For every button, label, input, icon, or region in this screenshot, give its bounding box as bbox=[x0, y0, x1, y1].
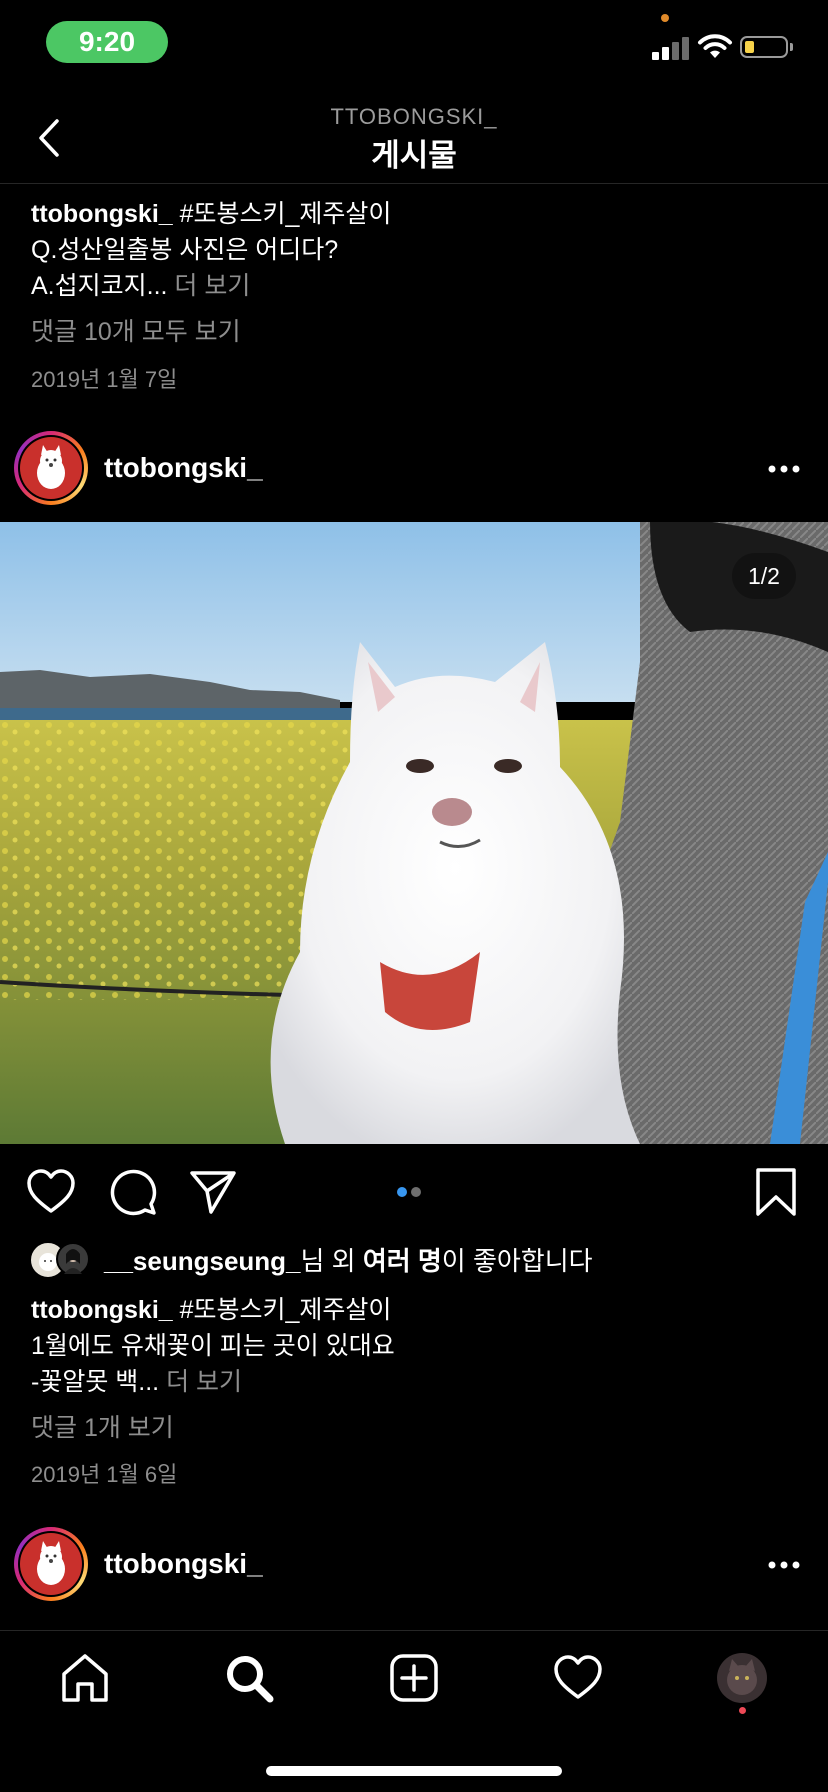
home-indicator[interactable] bbox=[266, 1766, 562, 1776]
liker-avatars[interactable] bbox=[30, 1242, 92, 1278]
liker-username[interactable]: __seungseung_ bbox=[104, 1246, 301, 1276]
caption-hashtag[interactable]: #또봉스키_제주살이 bbox=[180, 200, 392, 228]
carousel-dot-active bbox=[397, 1187, 407, 1197]
camera-in-use-indicator bbox=[661, 14, 669, 22]
view-comments-link[interactable]: 댓글 1개 보기 bbox=[31, 1410, 174, 1446]
post-photo[interactable] bbox=[0, 522, 828, 1144]
nav-search[interactable] bbox=[219, 1648, 279, 1708]
caption-username[interactable]: ttobongski_ bbox=[31, 1296, 173, 1324]
post-date: 2019년 1월 7일 bbox=[31, 367, 178, 392]
nav-profile[interactable] bbox=[712, 1648, 772, 1708]
next-post-avatar[interactable] bbox=[14, 1527, 88, 1601]
save-button[interactable] bbox=[749, 1165, 803, 1219]
more-options-button[interactable] bbox=[764, 454, 804, 484]
header-username: TTOBONGSKI_ bbox=[330, 104, 498, 129]
search-icon bbox=[227, 1656, 274, 1703]
more-horizontal-icon bbox=[768, 1561, 800, 1569]
comment-bubble-icon bbox=[110, 1169, 157, 1216]
carousel-dot bbox=[411, 1187, 421, 1197]
nav-new-post[interactable] bbox=[384, 1648, 444, 1708]
likes-summary: __seungseung_님 외 여러 명이 좋아합니다 bbox=[104, 1243, 593, 1279]
likes-others-link[interactable]: 여러 명 bbox=[363, 1246, 442, 1276]
comment-button[interactable] bbox=[106, 1165, 160, 1219]
share-button[interactable] bbox=[186, 1165, 240, 1219]
status-bar: 9:20 bbox=[0, 0, 828, 88]
nav-home[interactable] bbox=[55, 1648, 115, 1708]
bookmark-icon bbox=[756, 1168, 796, 1216]
activity-heart-icon bbox=[554, 1655, 602, 1699]
more-link[interactable]: 더 보기 bbox=[174, 272, 250, 300]
likes-text-1: 님 외 bbox=[300, 1246, 363, 1276]
battery-cap bbox=[790, 43, 793, 51]
bottom-nav-divider bbox=[0, 1630, 828, 1631]
profile-avatar bbox=[717, 1653, 767, 1703]
caption-hashtag[interactable]: #또봉스키_제주살이 bbox=[180, 1296, 392, 1324]
post-date: 2019년 1월 6일 bbox=[31, 1462, 178, 1487]
caption-username[interactable]: ttobongski_ bbox=[31, 200, 173, 228]
caption-line-3: A.섭지코지... 더 보기 bbox=[31, 268, 250, 304]
caption-line-3: -꽃알못 백... 더 보기 bbox=[31, 1364, 242, 1400]
more-link[interactable]: 더 보기 bbox=[166, 1368, 242, 1396]
carousel-indicator bbox=[397, 1187, 421, 1197]
page-title: 게시물 bbox=[371, 138, 457, 173]
dog-avatar-image bbox=[20, 437, 82, 499]
dog-avatar-image bbox=[20, 1533, 82, 1595]
paper-plane-icon bbox=[190, 1171, 236, 1214]
heart-icon bbox=[27, 1169, 75, 1213]
nav-activity[interactable] bbox=[548, 1648, 608, 1708]
cellular-signal-icon bbox=[652, 36, 692, 60]
dog-in-flower-field-image bbox=[0, 522, 828, 1144]
likes-text-2: 이 좋아합니다 bbox=[441, 1246, 593, 1276]
caption-line-2: Q.성산일출봉 사진은 어디다? bbox=[31, 236, 339, 264]
next-post-username[interactable]: ttobongski_ bbox=[104, 1548, 263, 1580]
header-divider bbox=[0, 183, 828, 184]
profile-notification-dot bbox=[739, 1707, 746, 1714]
caption-text: -꽃알못 백... bbox=[31, 1368, 160, 1396]
liker-avatar-person bbox=[56, 1242, 90, 1276]
post-avatar[interactable] bbox=[14, 431, 88, 505]
post-username[interactable]: ttobongski_ bbox=[104, 452, 263, 484]
next-post-more-button[interactable] bbox=[764, 1550, 804, 1580]
caption-line-1: ttobongski_ #또봉스키_제주살이 bbox=[31, 1292, 391, 1328]
carousel-counter: 1/2 bbox=[732, 553, 796, 599]
more-horizontal-icon bbox=[768, 465, 800, 473]
status-time: 9:20 bbox=[46, 21, 168, 63]
like-button[interactable] bbox=[24, 1165, 78, 1219]
view-comments-link[interactable]: 댓글 10개 모두 보기 bbox=[31, 314, 241, 350]
caption-line-2: 1월에도 유채꽃이 피는 곳이 있대요 bbox=[31, 1332, 395, 1360]
new-post-icon bbox=[390, 1654, 438, 1702]
wifi-icon bbox=[698, 34, 732, 58]
home-icon bbox=[62, 1654, 108, 1702]
battery-icon bbox=[740, 36, 788, 58]
caption-line-1: ttobongski_ #또봉스키_제주살이 bbox=[31, 196, 391, 232]
caption-text: A.섭지코지... bbox=[31, 272, 168, 300]
